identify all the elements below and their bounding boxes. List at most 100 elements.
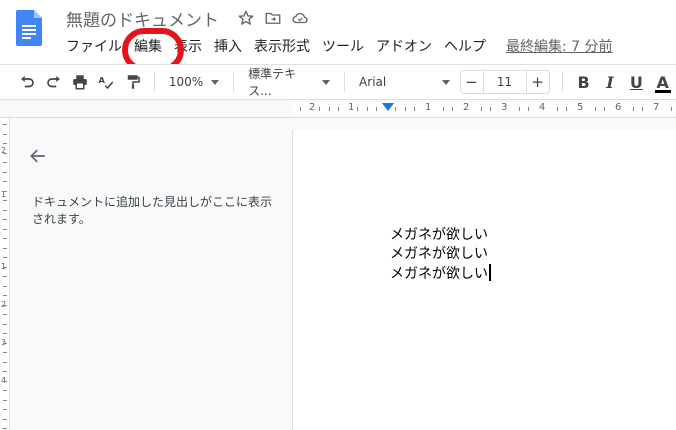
vruler-tick [3,153,7,154]
title-row: 無題のドキュメント [66,6,316,31]
font-value: Arial [359,75,387,89]
star-icon[interactable] [235,7,257,29]
toolbar-divider [561,72,563,92]
document-line[interactable]: メガネが欲しい [390,245,488,264]
vruler-tick [3,371,7,372]
document-outline-panel: ドキュメントに追加した見出しがここに表示されます。 [12,118,282,430]
ruler-tick [528,107,529,111]
vruler-tick [3,409,7,410]
ruler-number: 1 [348,102,355,113]
menu-file[interactable]: ファイル [60,34,128,58]
menu-format[interactable]: 表示形式 [248,34,316,58]
document-line-text: メガネが欲しい [390,266,488,282]
ruler-tick [443,107,444,111]
vruler-tick [3,362,7,363]
document-line-last[interactable]: メガネが欲しい [390,264,491,284]
chevron-down-icon [211,79,220,85]
ruler-tick [414,107,415,111]
font-size-input[interactable]: 11 [482,71,527,93]
vruler-tick [3,419,7,420]
chevron-down-icon [322,79,331,85]
vruler-tick [3,352,7,353]
vertical-ruler: 2 1 1 2 3 4 [0,118,10,430]
ruler-tick [481,107,482,111]
vruler-tick [3,381,7,382]
ruler-tick [405,107,406,111]
ruler-tick [642,107,643,111]
ruler-tick [595,107,596,111]
menu-insert[interactable]: 挿入 [208,34,248,58]
last-edit-link[interactable]: 最終編集: 7 分前 [500,34,619,58]
ruler-tick [376,107,377,111]
vruler-tick [3,248,7,249]
ruler-number: 4 [539,102,546,113]
spellcheck-icon[interactable]: A [93,68,119,96]
vruler-tick [3,238,7,239]
document-title[interactable]: 無題のドキュメント [66,6,219,31]
ruler-tick [671,107,672,111]
chevron-down-icon [441,79,450,85]
folder-move-icon[interactable] [262,7,284,29]
ruler-number: 2 [463,102,470,113]
bold-button[interactable]: B [570,68,596,96]
ruler-number: 7 [653,102,660,113]
ruler-tick [300,107,301,111]
font-size-stepper: − 11 + [459,70,550,94]
redo-icon[interactable] [40,68,66,96]
increase-font-size-button[interactable]: + [527,71,549,93]
text-cursor [489,264,491,281]
document-line[interactable]: メガネが欲しい [390,226,488,245]
vruler-tick [3,257,7,258]
ruler-number: 2 [309,102,316,113]
vruler-tick [3,162,7,163]
arrow-back-icon[interactable] [28,146,48,166]
menu-help[interactable]: ヘルプ [438,34,492,58]
vruler-tick [3,267,7,268]
vruler-tick [3,343,7,344]
cloud-icon[interactable] [289,7,311,29]
vruler-tick [3,134,7,135]
ruler-tick [319,107,320,111]
docs-logo-icon[interactable] [16,10,42,46]
vruler-tick [3,219,7,220]
vruler-tick [3,143,7,144]
italic-button[interactable]: I [597,68,623,96]
vruler-tick [3,172,7,173]
ruler-number: 3 [501,102,508,113]
vruler-tick [3,210,7,211]
print-icon[interactable] [67,68,93,96]
ruler-tick [557,107,558,111]
vruler-tick [3,295,7,296]
undo-icon[interactable] [14,68,40,96]
horizontal-ruler[interactable]: 2 1 1 2 3 4 5 6 7 [0,100,676,118]
ruler-number: 5 [577,102,584,113]
decrease-font-size-button[interactable]: − [461,71,483,93]
paint-format-icon[interactable] [120,68,146,96]
underline-button[interactable]: U [623,68,649,96]
vruler-tick [3,333,7,334]
toolbar-divider [153,72,155,92]
zoom-select[interactable]: 100% [163,68,225,96]
toolbar-divider [233,72,235,92]
vruler-tick [3,428,7,429]
indent-marker-icon[interactable] [382,103,394,111]
ruler-tick [329,107,330,111]
vruler-tick [3,276,7,277]
vruler-tick [3,324,7,325]
svg-text:A: A [99,75,106,85]
menu-tools[interactable]: ツール [316,34,370,58]
vruler-tick [3,229,7,230]
ruler-tick [452,107,453,111]
style-select[interactable]: 標準テキス... [242,67,336,98]
vruler-tick [3,124,7,125]
toolbar-divider [344,72,346,92]
font-select[interactable]: Arial [353,68,455,96]
ruler-tick [604,107,605,111]
outline-placeholder: ドキュメントに追加した見出しがここに表示されます。 [32,195,273,226]
style-value: 標準テキス... [248,67,297,98]
document-page[interactable]: メガネが欲しい メガネが欲しい メガネが欲しい [292,130,676,430]
menu-addons[interactable]: アドオン [370,34,438,58]
ruler-number: 6 [615,102,622,113]
text-color-button[interactable]: A [650,68,676,96]
vruler-tick [3,400,7,401]
